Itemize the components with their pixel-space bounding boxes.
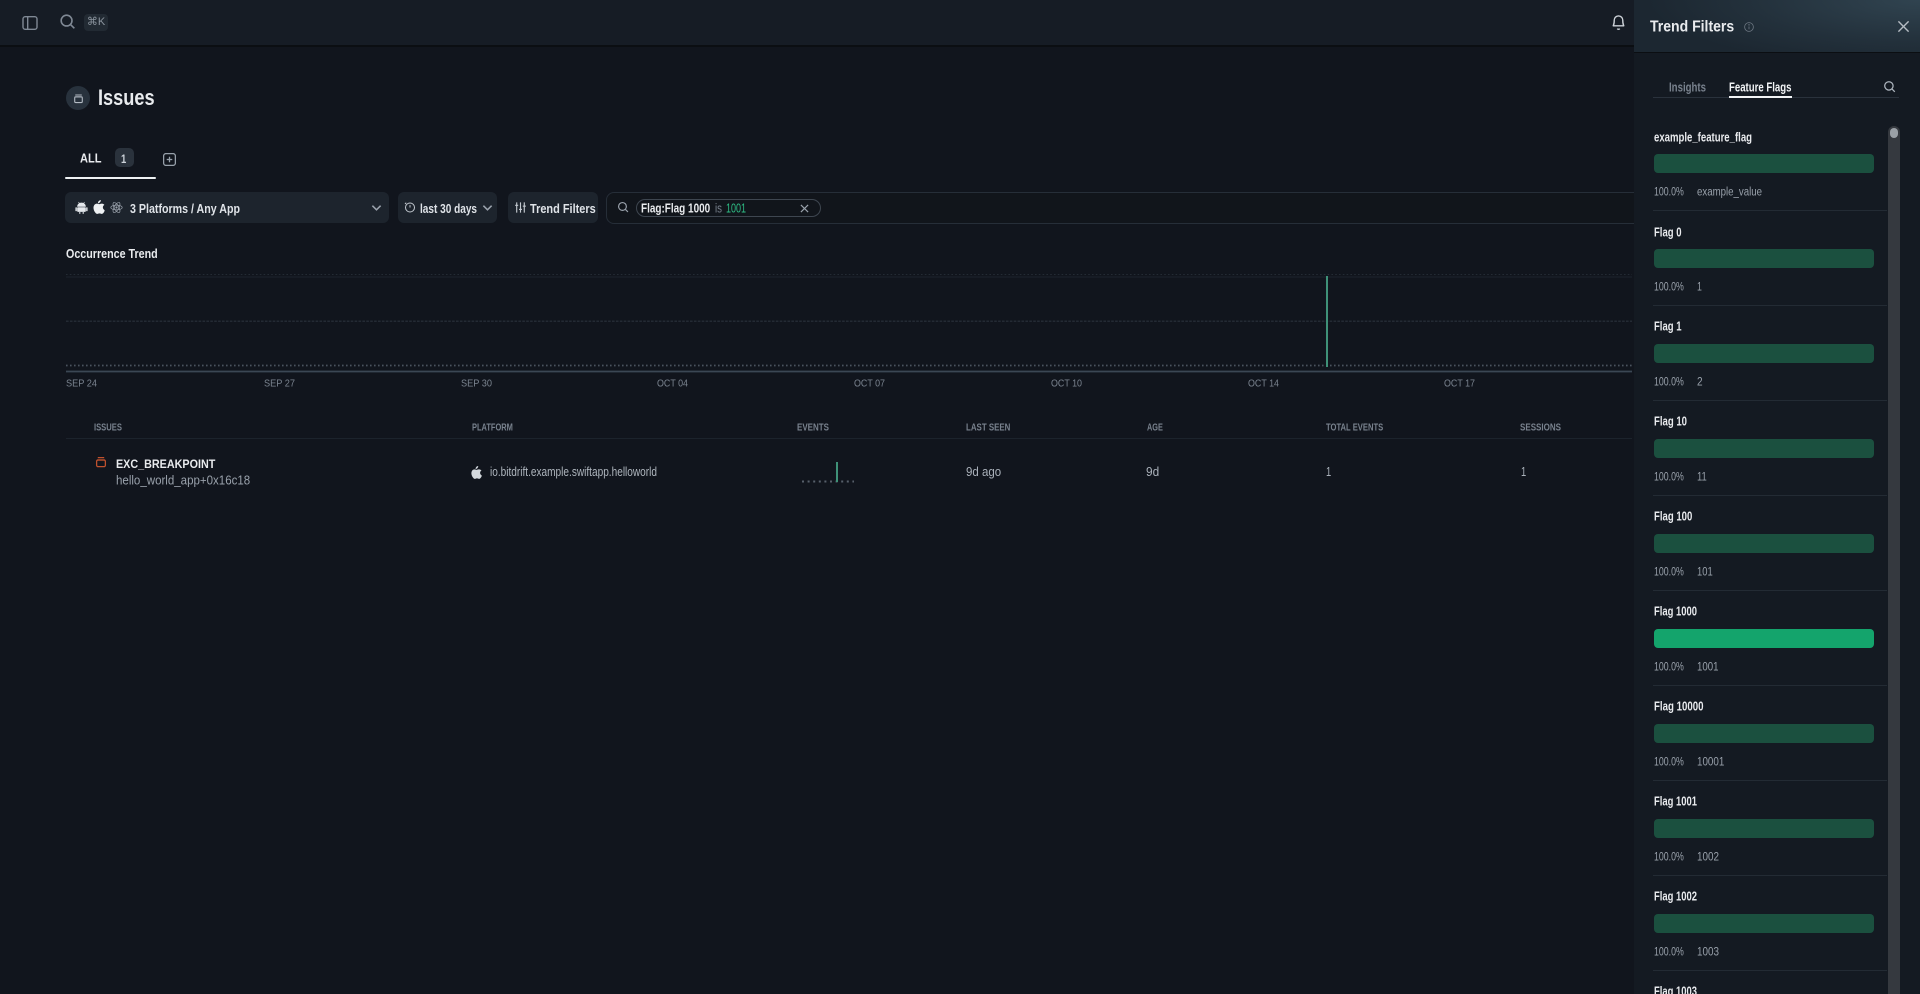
svg-text:9d ago: 9d ago	[966, 464, 1001, 479]
svg-text:Flag 1002: Flag 1002	[1654, 890, 1697, 904]
svg-text:Flag 1000: Flag 1000	[1654, 605, 1697, 619]
svg-text:Flag 100: Flag 100	[1654, 510, 1692, 524]
svg-text:Trend Filters: Trend Filters	[530, 201, 596, 216]
svg-text:Issues: Issues	[98, 85, 155, 110]
svg-text:example_feature_flag: example_feature_flag	[1654, 130, 1752, 144]
svg-text:Flag 1003: Flag 1003	[1654, 985, 1697, 994]
svg-text:TOTAL EVENTS: TOTAL EVENTS	[1326, 422, 1383, 434]
svg-text:11: 11	[1697, 471, 1707, 483]
svg-text:9d: 9d	[1146, 464, 1159, 479]
svg-text:100.0%: 100.0%	[1654, 471, 1684, 483]
svg-text:Flag 1001: Flag 1001	[1654, 795, 1697, 809]
svg-text:ISSUES: ISSUES	[94, 422, 122, 434]
svg-text:ALL: ALL	[80, 152, 102, 166]
svg-text:OCT 14: OCT 14	[1248, 378, 1279, 390]
svg-text:10001: 10001	[1697, 756, 1724, 768]
svg-text:Flag 0: Flag 0	[1654, 225, 1682, 239]
svg-text:100.0%: 100.0%	[1654, 661, 1684, 673]
svg-text:100.0%: 100.0%	[1654, 851, 1684, 863]
svg-text:100.0%: 100.0%	[1654, 281, 1684, 293]
svg-text:is: is	[715, 202, 722, 216]
svg-text:100.0%: 100.0%	[1654, 376, 1684, 388]
svg-text:100.0%: 100.0%	[1654, 186, 1684, 198]
svg-text:last 30 days: last 30 days	[420, 201, 477, 216]
svg-text:SEP 27: SEP 27	[264, 378, 295, 390]
svg-text:1002: 1002	[1697, 851, 1719, 863]
svg-text:hello_world_app+0x16c18: hello_world_app+0x16c18	[116, 473, 250, 487]
svg-text:AGE: AGE	[1147, 422, 1163, 434]
svg-text:EXC_BREAKPOINT: EXC_BREAKPOINT	[116, 457, 216, 471]
svg-text:SEP 30: SEP 30	[461, 378, 492, 390]
svg-text:2: 2	[1697, 376, 1703, 388]
svg-text:1003: 1003	[1697, 946, 1719, 958]
svg-text:100.0%: 100.0%	[1654, 566, 1684, 578]
svg-text:100.0%: 100.0%	[1654, 946, 1684, 958]
svg-text:OCT 10: OCT 10	[1051, 378, 1082, 390]
svg-text:100.0%: 100.0%	[1654, 756, 1684, 768]
svg-text:OCT 04: OCT 04	[657, 378, 688, 390]
svg-text:SEP 24: SEP 24	[66, 378, 97, 390]
svg-text:1: 1	[1697, 281, 1702, 293]
svg-text:Flag:Flag 1000: Flag:Flag 1000	[641, 202, 710, 216]
svg-text:Flag 1: Flag 1	[1654, 320, 1682, 334]
svg-text:EVENTS: EVENTS	[797, 422, 829, 434]
svg-text:3 Platforms / Any App: 3 Platforms / Any App	[130, 201, 240, 216]
svg-text:1001: 1001	[726, 202, 746, 216]
svg-text:OCT 17: OCT 17	[1444, 378, 1475, 390]
svg-text:1: 1	[121, 152, 127, 166]
svg-text:1: 1	[1521, 464, 1526, 479]
svg-text:OCT 07: OCT 07	[854, 378, 885, 390]
svg-text:LAST SEEN: LAST SEEN	[966, 422, 1010, 434]
svg-text:io.bitdrift.example.swiftapp.h: io.bitdrift.example.swiftapp.helloworld	[490, 464, 657, 479]
svg-text:Insights: Insights	[1669, 80, 1706, 94]
svg-text:Flag 10000: Flag 10000	[1654, 700, 1704, 714]
svg-text:1001: 1001	[1697, 661, 1719, 673]
svg-text:PLATFORM: PLATFORM	[472, 422, 513, 434]
svg-text:SESSIONS: SESSIONS	[1520, 422, 1561, 434]
svg-text:1: 1	[1326, 464, 1331, 479]
svg-text:Feature Flags: Feature Flags	[1729, 80, 1792, 94]
svg-text:Occurrence Trend: Occurrence Trend	[66, 246, 158, 261]
svg-text:Flag 10: Flag 10	[1654, 415, 1687, 429]
svg-text:101: 101	[1697, 566, 1713, 578]
svg-text:Trend Filters: Trend Filters	[1650, 19, 1734, 36]
svg-text:example_value: example_value	[1697, 186, 1762, 198]
